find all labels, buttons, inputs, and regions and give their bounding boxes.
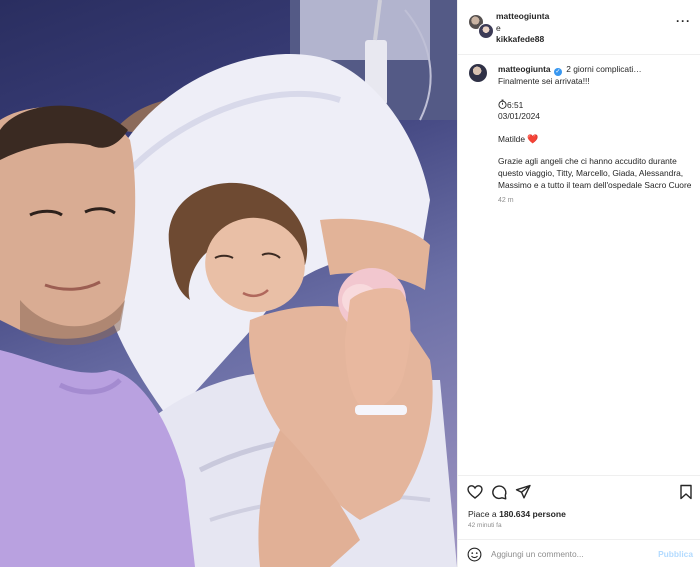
more-options-icon[interactable]: ···	[676, 14, 691, 28]
username-link[interactable]: matteogiunta	[498, 64, 551, 74]
comment-input[interactable]: Aggiungi un commento...	[491, 549, 584, 559]
thanks-text: Grazie agli angeli che ci hanno accudito…	[498, 156, 692, 190]
birth-time: 6:51	[507, 99, 524, 110]
caption-line: Finalmente sei arrivata!!!	[498, 76, 590, 86]
verified-badge-icon: ✓	[553, 68, 562, 76]
username-link[interactable]: matteogiunta	[496, 11, 549, 23]
username-link[interactable]: kikkafede88	[496, 34, 549, 46]
bookmark-icon[interactable]	[679, 484, 693, 500]
post-header: matteogiunta e kikkafede88 ···	[458, 0, 700, 55]
post-caption: matteogiunta ✓ 2 giorni complicati… Fina…	[458, 55, 700, 475]
red-heart-emoji-icon: ❤️	[527, 133, 539, 144]
comment-box: Aggiungi un commento... Pubblica	[458, 539, 700, 567]
collab-avatars[interactable]	[468, 14, 498, 40]
post-photo[interactable]	[0, 0, 457, 567]
publish-button[interactable]: Pubblica	[658, 549, 693, 559]
birth-date: 03/01/2024	[498, 111, 540, 122]
conjunction-text: e	[496, 22, 501, 33]
hospital-photo-illustration	[0, 0, 457, 567]
share-icon[interactable]	[515, 484, 531, 500]
post-time-ago: 42 minuti fa	[468, 522, 502, 529]
caption-text: matteogiunta ✓ 2 giorni complicati… Fina…	[498, 64, 694, 191]
caption-timestamp: 42 m	[498, 197, 514, 204]
likes-suffix: persone	[532, 509, 566, 519]
post-actions: Piace a 180.634 persone 42 minuti fa	[458, 475, 700, 535]
comment-icon[interactable]	[491, 484, 507, 500]
baby-name: Matilde	[498, 133, 525, 144]
post-side-panel: matteogiunta e kikkafede88 ··· matteogiu…	[457, 0, 700, 567]
likes-count[interactable]: Piace a 180.634 persone	[468, 509, 566, 519]
avatar[interactable]	[469, 64, 487, 82]
emoji-icon[interactable]	[467, 547, 482, 562]
likes-prefix: Piace a	[468, 509, 497, 519]
likes-number: 180.634	[499, 509, 531, 519]
caption-line: 2 giorni complicati…	[566, 64, 642, 74]
header-usernames: matteogiunta e kikkafede88	[496, 11, 549, 46]
heart-icon[interactable]	[467, 484, 483, 500]
avatar[interactable]	[478, 23, 494, 39]
stopwatch-icon	[498, 99, 507, 109]
